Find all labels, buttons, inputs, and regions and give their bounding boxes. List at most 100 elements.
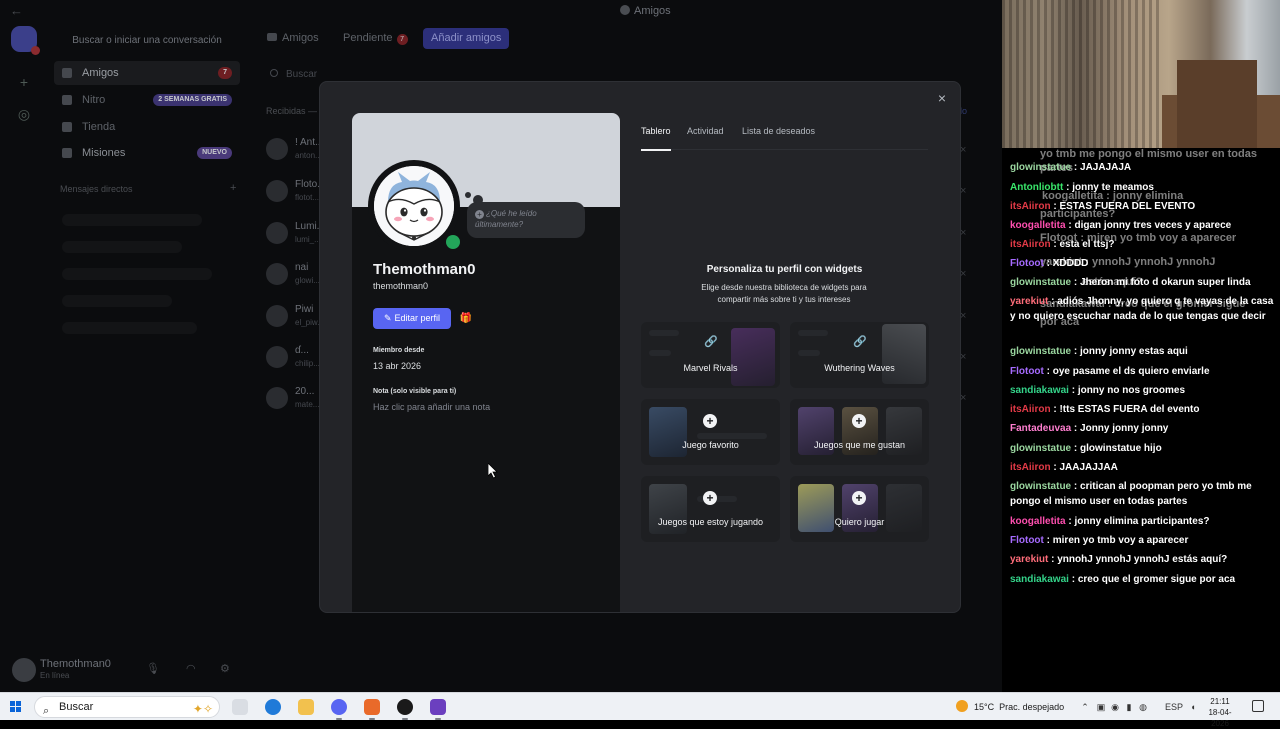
chat-message: Antonliobtt : jonny te meamos — [1010, 180, 1276, 195]
list-item[interactable]: nai glowi... — [266, 261, 326, 295]
language-indicator[interactable]: ESP — [1164, 702, 1184, 712]
task-view-icon[interactable] — [232, 699, 248, 715]
friend-username: flotot... — [295, 193, 320, 202]
chat-username[interactable]: koogalletita — [1010, 516, 1066, 527]
widget-games-playing[interactable]: + Juegos que estoy jugando — [641, 476, 780, 542]
discord-home-icon[interactable] — [11, 26, 40, 55]
chat-text: jonny te meamos — [1072, 182, 1154, 193]
chat-username[interactable]: glowinstatue — [1010, 277, 1071, 288]
chat-username[interactable]: glowinstatue — [1010, 162, 1071, 173]
widget-label: Juego favorito — [682, 440, 739, 450]
clock-date: 18-04-2026 — [1208, 708, 1232, 728]
link-icon: 🔗 — [704, 336, 718, 348]
add-friend-button[interactable]: Añadir amigos — [423, 28, 510, 49]
widget-marvel-rivals[interactable]: 🔗 Marvel Rivals — [641, 322, 780, 388]
gear-icon[interactable]: ⚙ — [220, 662, 232, 676]
tab-pending-label: Pendiente — [343, 32, 393, 44]
sidebar-item-friends[interactable]: Amigos 7 — [54, 61, 240, 85]
tray-app-icon[interactable]: ◍ — [1138, 702, 1148, 712]
status-bubble[interactable]: + ¿Qué he leído últimamente? — [467, 202, 585, 238]
clock[interactable]: 21:11 18-04-2026 — [1200, 696, 1240, 729]
notification-icon[interactable] — [1252, 700, 1264, 712]
edge-icon[interactable] — [265, 699, 281, 715]
create-dm-icon[interactable]: + — [230, 182, 236, 194]
chat-separator: : — [1068, 574, 1078, 585]
chat-username[interactable]: Antonliobtt — [1010, 182, 1063, 193]
chat-separator: : — [1043, 535, 1053, 546]
chat-username[interactable]: Flotoot — [1010, 258, 1044, 269]
microphone-icon[interactable]: 🎙 — [146, 662, 160, 676]
quests-icon — [62, 148, 72, 158]
chat-text: jonny jonny estas aqui — [1080, 346, 1188, 357]
chat-username[interactable]: Fantadeuvaa — [1010, 423, 1071, 434]
profile-display-name: Themothman0 — [373, 261, 476, 278]
chat-message: itsAiiron : ESTAS FUERA DEL EVENTO — [1010, 199, 1276, 214]
gift-icon[interactable]: 🎁 — [456, 308, 476, 329]
chat-username[interactable]: itsAiiron — [1010, 404, 1051, 415]
tab-activity[interactable]: Actividad — [687, 126, 724, 150]
tray-app-icon[interactable]: ◉ — [1110, 702, 1120, 712]
chat-username[interactable]: itsAiiron — [1010, 239, 1051, 250]
start-tile — [16, 707, 21, 712]
list-item[interactable]: Lumi... lumi_... — [266, 220, 326, 254]
speaker-icon[interactable]: ◖ — [1188, 702, 1198, 712]
tray-app-icon[interactable]: ▣ — [1096, 702, 1106, 712]
dm-header-label: Mensajes directos — [60, 184, 133, 194]
widget-want-to-play[interactable]: + Quiero jugar — [790, 476, 929, 542]
list-item[interactable]: 20... mate... — [266, 385, 326, 419]
start-tile — [10, 707, 15, 712]
sidebar-item-quests[interactable]: Misiones NUEVO — [54, 141, 240, 165]
chat-username[interactable]: glowinstatue — [1010, 346, 1071, 357]
file-explorer-icon[interactable] — [298, 699, 314, 715]
list-item[interactable]: ɗ... chilip... — [266, 344, 326, 378]
user-panel-name: Themothman0 — [40, 658, 111, 670]
sidebar-item-shop[interactable]: Tienda — [54, 115, 240, 139]
dm-search-input[interactable]: Buscar o iniciar una conversación — [58, 30, 236, 52]
member-since-label: Miembro desde — [373, 347, 425, 354]
microphone-app-icon[interactable] — [364, 699, 380, 720]
server-list: + ◎ — [0, 22, 46, 692]
chat-username[interactable]: itsAiiron — [1010, 462, 1051, 473]
avatar[interactable] — [12, 658, 36, 682]
headphones-icon[interactable]: ◠ — [186, 662, 198, 676]
widget-games-i-like[interactable]: + Juegos que me gustan — [790, 399, 929, 465]
windows-start-icon[interactable] — [10, 701, 22, 713]
profile-avatar[interactable] — [368, 160, 463, 252]
chevron-up-icon[interactable]: ⌃ — [1080, 702, 1090, 712]
widget-favorite-game[interactable]: + Juego favorito — [641, 399, 780, 465]
edit-profile-button[interactable]: ✎ Editar perfil — [373, 308, 451, 329]
chat-username[interactable]: itsAiiron — [1010, 201, 1051, 212]
weather-widget[interactable]: 15°C Prac. despejado — [956, 697, 1064, 717]
chat-username[interactable]: Flotoot — [1010, 535, 1044, 546]
list-item[interactable]: Floto... flotot... — [266, 178, 326, 212]
status-bubble-text: ¿Qué he leído últimamente? — [475, 209, 537, 229]
twitch-icon[interactable] — [430, 699, 446, 720]
back-arrow-icon[interactable]: ← — [10, 3, 23, 18]
discord-app-icon[interactable] — [331, 699, 347, 720]
chat-username[interactable]: Flotoot — [1010, 366, 1044, 377]
chat-username[interactable]: yarekiut — [1010, 296, 1048, 307]
discover-icon[interactable]: ◎ — [11, 101, 37, 127]
sidebar-item-nitro[interactable]: Nitro 2 SEMANAS GRATIS — [54, 88, 240, 112]
add-server-icon[interactable]: + — [11, 69, 37, 95]
taskbar-search-label: Buscar — [59, 701, 94, 713]
chat-username[interactable]: glowinstatue — [1010, 481, 1071, 492]
tab-wishlist[interactable]: Lista de deseados — [742, 126, 815, 150]
chat-username[interactable]: sandiakawai — [1010, 385, 1069, 396]
list-item[interactable]: ! Ant... anton... — [266, 136, 326, 170]
obs-icon[interactable] — [397, 699, 413, 720]
close-icon[interactable]: × — [934, 90, 950, 106]
mic-tray-icon[interactable]: ▮ — [1124, 702, 1134, 712]
taskbar-search-input[interactable]: ⌕ Buscar ✦✧ — [34, 696, 220, 718]
chat-username[interactable]: glowinstatue — [1010, 443, 1071, 454]
title-bar: ← Amigos — [0, 0, 1002, 22]
chat-username[interactable]: yarekiut — [1010, 554, 1048, 565]
chat-text: Jheron mi foto d okarun super linda — [1080, 277, 1251, 288]
chat-username[interactable]: sandiakawai — [1010, 574, 1069, 585]
note-input[interactable]: Haz clic para añadir una nota — [373, 402, 573, 416]
tab-pending[interactable]: Pendiente 7 — [335, 28, 416, 49]
tab-board[interactable]: Tablero — [641, 126, 671, 151]
chat-username[interactable]: koogalletita — [1010, 220, 1066, 231]
list-item[interactable]: Piwi el_piw... — [266, 303, 326, 337]
widget-wuthering-waves[interactable]: 🔗 Wuthering Waves — [790, 322, 929, 388]
